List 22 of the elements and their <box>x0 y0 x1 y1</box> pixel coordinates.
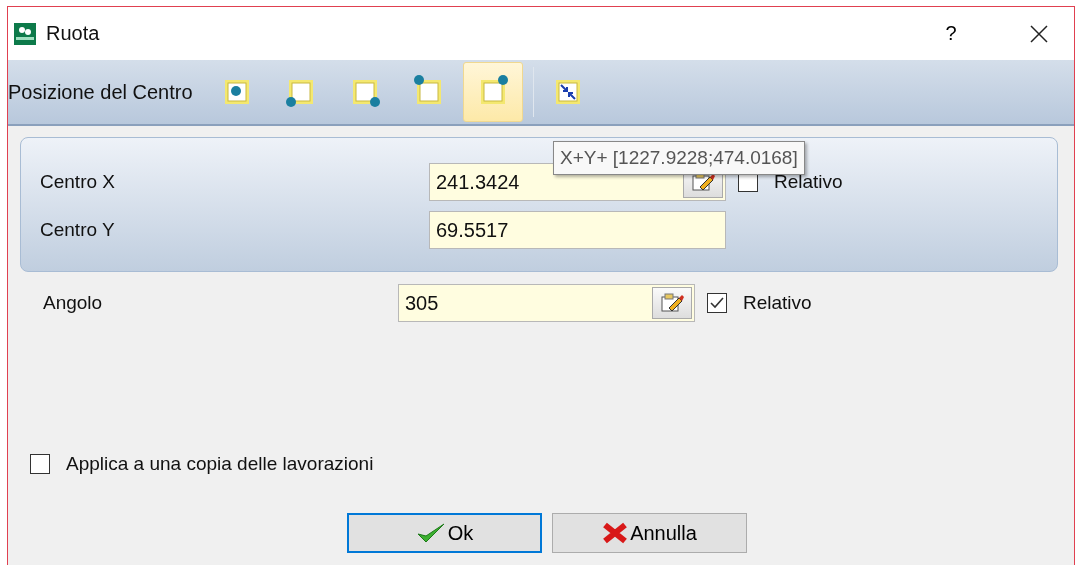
checkbox-label: Applica a una copia delle lavorazioni <box>66 453 374 475</box>
cancel-button[interactable]: Annulla <box>552 513 747 553</box>
tooltip: X+Y+ [1227.9228;474.0168] <box>553 141 805 175</box>
anchor-position-button[interactable] <box>462 62 523 122</box>
toolbar-label: Posizione del Centro <box>8 80 193 104</box>
help-button[interactable]: ? <box>916 13 986 54</box>
checkbox-label: Relativo <box>743 292 812 314</box>
checkmark-icon <box>415 522 446 544</box>
window-title: Ruota <box>46 22 100 45</box>
field-label: Centro Y <box>39 219 116 241</box>
close-icon <box>1030 24 1048 43</box>
edit-button[interactable] <box>652 287 692 319</box>
field-label: Angolo <box>42 292 104 314</box>
input-field[interactable]: 305 <box>398 284 695 322</box>
pencil-note-icon <box>660 292 684 314</box>
ok-button[interactable]: Ok <box>347 513 542 553</box>
cross-icon <box>602 521 629 545</box>
checkbox[interactable] <box>30 454 50 474</box>
app-logo-icon <box>14 22 36 45</box>
input-field[interactable]: 69.5517 <box>429 211 726 249</box>
checkbox[interactable] <box>707 293 727 313</box>
field-label: Centro X <box>39 171 116 193</box>
